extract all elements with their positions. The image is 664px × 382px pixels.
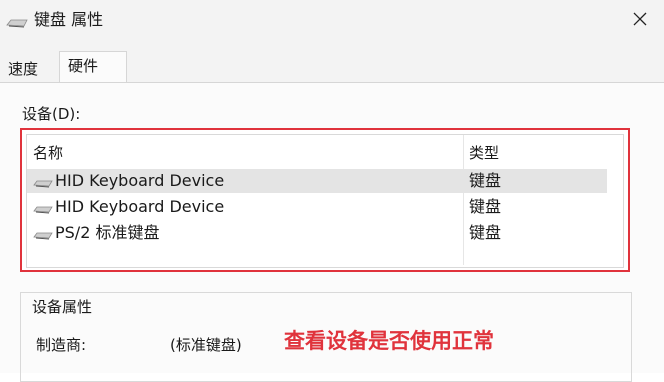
annotation-text: 查看设备是否使用正常 [284, 329, 494, 353]
tab-speed[interactable]: 速度 [0, 57, 55, 81]
highlight-frame: 名称 类型 HID Keyboard Device 键盘 HID Keyboar… [20, 128, 630, 272]
device-type: 键盘 [469, 171, 502, 190]
device-name: PS/2 标准键盘 [55, 223, 160, 242]
device-row[interactable]: PS/2 标准键盘 键盘 [27, 221, 607, 245]
device-row[interactable]: HID Keyboard Device 键盘 [27, 195, 607, 219]
keyboard-icon [33, 206, 53, 214]
window-title: 键盘 属性 [34, 10, 104, 29]
keyboard-icon [33, 180, 53, 188]
tab-strip: 速度 硬件 [0, 44, 664, 83]
close-icon [633, 12, 647, 26]
device-list[interactable]: 名称 类型 HID Keyboard Device 键盘 HID Keyboar… [26, 134, 624, 268]
device-type: 键盘 [469, 223, 502, 242]
devices-label: 设备(D): [22, 105, 81, 123]
device-type: 键盘 [469, 197, 502, 216]
manufacturer-label: 制造商: [36, 336, 87, 354]
device-row[interactable]: HID Keyboard Device 键盘 [27, 169, 607, 193]
device-name: HID Keyboard Device [55, 197, 225, 216]
device-name: HID Keyboard Device [55, 171, 225, 190]
title-bar: 键盘 属性 [0, 0, 664, 44]
tab-hardware[interactable]: 硬件 [59, 51, 127, 83]
column-header-type[interactable]: 类型 [469, 142, 499, 164]
keyboard-icon [6, 19, 28, 28]
manufacturer-value: (标准键盘) [170, 336, 242, 354]
keyboard-icon [33, 232, 53, 240]
device-properties-title: 设备属性 [31, 296, 94, 318]
close-button[interactable] [616, 0, 664, 38]
column-header-name[interactable]: 名称 [33, 142, 63, 164]
